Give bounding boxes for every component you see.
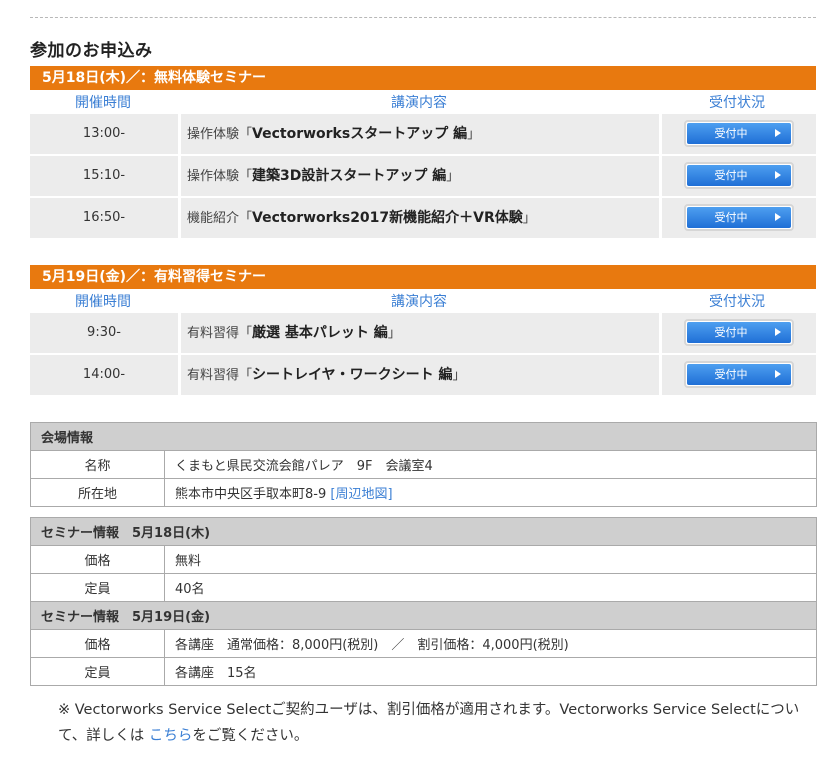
session-title: 建築3D設計スタートアップ 編 bbox=[252, 168, 447, 184]
session-suffix: 」 bbox=[467, 127, 481, 142]
session-content: 有料習得「厳選 基本パレット 編」 bbox=[181, 313, 659, 353]
session-status-cell: 受付中 bbox=[662, 114, 816, 154]
session-time: 13:00- bbox=[30, 114, 178, 154]
session-suffix: 」 bbox=[452, 368, 466, 383]
seminar-info-table: セミナー情報 5月18日(木) 価格 無料 定員 40名 セミナー情報 5月19… bbox=[30, 517, 817, 686]
register-label: 受付中 bbox=[714, 169, 748, 182]
session-status-cell: 受付中 bbox=[662, 355, 816, 395]
capacity-label: 定員 bbox=[30, 657, 165, 686]
top-divider bbox=[30, 17, 816, 18]
section-title: 参加のお申込み bbox=[30, 41, 153, 61]
venue-address-cell: 熊本市中央区手取本町8-9 [周辺地図] bbox=[164, 478, 817, 507]
session-suffix: 」 bbox=[446, 169, 460, 184]
venue-heading: 会場情報 bbox=[30, 422, 817, 451]
session-suffix: 」 bbox=[522, 211, 536, 226]
session-time: 9:30- bbox=[30, 313, 178, 353]
venue-table: 会場情報 名称 くまもと県民交流会館パレア 9F 会議室4 所在地 熊本市中央区… bbox=[30, 422, 817, 507]
register-button[interactable]: 受付中 bbox=[684, 162, 794, 189]
arrow-right-icon bbox=[775, 370, 781, 378]
session-content: 有料習得「シートレイヤ・ワークシート 編」 bbox=[181, 355, 659, 395]
session-title: Vectorworksスタートアップ 編 bbox=[252, 126, 468, 142]
price-value: 無料 bbox=[164, 545, 817, 574]
register-button[interactable]: 受付中 bbox=[684, 120, 794, 147]
session-prefix: 操作体験「 bbox=[187, 169, 253, 184]
session-content: 操作体験「建築3D設計スタートアップ 編」 bbox=[181, 156, 659, 196]
map-link[interactable]: [周辺地図] bbox=[330, 487, 392, 502]
register-label: 受付中 bbox=[714, 326, 748, 339]
column-status: 受付状況 bbox=[709, 95, 765, 111]
session-prefix: 機能紹介「 bbox=[187, 211, 253, 226]
session-row: 9:30- 有料習得「厳選 基本パレット 編」 受付中 bbox=[30, 311, 816, 353]
day-block-0518: 5月18日(木)／：無料体験セミナー 開催時間 講演内容 受付状況 13:00-… bbox=[30, 66, 816, 238]
day-header: 5月19日(金)／：有料習得セミナー bbox=[30, 265, 816, 289]
column-time: 開催時間 bbox=[75, 294, 131, 310]
session-status-cell: 受付中 bbox=[662, 198, 816, 238]
register-button[interactable]: 受付中 bbox=[684, 319, 794, 346]
register-label: 受付中 bbox=[714, 211, 748, 224]
session-row: 14:00- 有料習得「シートレイヤ・ワークシート 編」 受付中 bbox=[30, 353, 816, 395]
price-value: 各講座 通常価格：8,000円(税別) ／ 割引価格：4,000円(税別) bbox=[164, 629, 817, 658]
arrow-right-icon bbox=[775, 213, 781, 221]
session-prefix: 有料習得「 bbox=[187, 368, 253, 383]
column-headers: 開催時間 講演内容 受付状況 bbox=[30, 289, 816, 311]
session-time: 15:10- bbox=[30, 156, 178, 196]
session-status-cell: 受付中 bbox=[662, 313, 816, 353]
note-text-end: をご覧ください。 bbox=[192, 728, 309, 744]
column-headers: 開催時間 講演内容 受付状況 bbox=[30, 90, 816, 112]
session-row: 13:00- 操作体験「Vectorworksスタートアップ 編」 受付中 bbox=[30, 112, 816, 154]
venue-name-value: くまもと県民交流会館パレア 9F 会議室4 bbox=[164, 450, 817, 479]
session-prefix: 有料習得「 bbox=[187, 326, 253, 341]
column-status: 受付状況 bbox=[709, 294, 765, 310]
register-button[interactable]: 受付中 bbox=[684, 361, 794, 388]
session-content: 機能紹介「Vectorworks2017新機能紹介＋VR体験」 bbox=[181, 198, 659, 238]
session-time: 14:00- bbox=[30, 355, 178, 395]
session-suffix: 」 bbox=[387, 326, 401, 341]
session-status-cell: 受付中 bbox=[662, 156, 816, 196]
day-header: 5月18日(木)／：無料体験セミナー bbox=[30, 66, 816, 90]
day-block-0519: 5月19日(金)／：有料習得セミナー 開催時間 講演内容 受付状況 9:30- … bbox=[30, 265, 816, 395]
column-time: 開催時間 bbox=[75, 95, 131, 111]
session-title: Vectorworks2017新機能紹介＋VR体験 bbox=[252, 210, 523, 226]
seminar-info-heading: セミナー情報 5月19日(金) bbox=[30, 601, 817, 630]
capacity-value: 各講座 15名 bbox=[164, 657, 817, 686]
session-content: 操作体験「Vectorworksスタートアップ 編」 bbox=[181, 114, 659, 154]
venue-name-label: 名称 bbox=[30, 450, 165, 479]
arrow-right-icon bbox=[775, 328, 781, 336]
venue-address-label: 所在地 bbox=[30, 478, 165, 507]
register-button[interactable]: 受付中 bbox=[684, 204, 794, 231]
seminar-info-heading: セミナー情報 5月18日(木) bbox=[30, 517, 817, 546]
column-content: 講演内容 bbox=[391, 294, 447, 310]
venue-address-value: 熊本市中央区手取本町8-9 bbox=[175, 487, 331, 502]
session-row: 16:50- 機能紹介「Vectorworks2017新機能紹介＋VR体験」 受… bbox=[30, 196, 816, 238]
arrow-right-icon bbox=[775, 171, 781, 179]
details-link[interactable]: こちら bbox=[149, 728, 193, 744]
session-title: シートレイヤ・ワークシート 編 bbox=[252, 367, 453, 383]
session-row: 15:10- 操作体験「建築3D設計スタートアップ 編」 受付中 bbox=[30, 154, 816, 196]
session-prefix: 操作体験「 bbox=[187, 127, 253, 142]
arrow-right-icon bbox=[775, 129, 781, 137]
capacity-value: 40名 bbox=[164, 573, 817, 602]
discount-note: ※ Vectorworks Service Selectご契約ユーザは、割引価格… bbox=[58, 697, 818, 749]
column-content: 講演内容 bbox=[391, 95, 447, 111]
session-time: 16:50- bbox=[30, 198, 178, 238]
price-label: 価格 bbox=[30, 629, 165, 658]
register-label: 受付中 bbox=[714, 368, 748, 381]
session-title: 厳選 基本パレット 編 bbox=[252, 325, 388, 341]
price-label: 価格 bbox=[30, 545, 165, 574]
register-label: 受付中 bbox=[714, 127, 748, 140]
capacity-label: 定員 bbox=[30, 573, 165, 602]
